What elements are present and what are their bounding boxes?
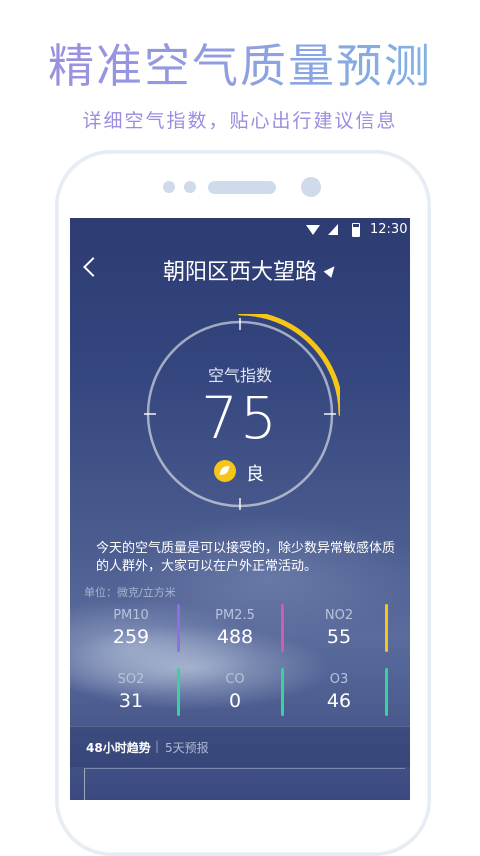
pollutant-value: 55 <box>326 626 352 648</box>
battery-icon <box>352 223 360 237</box>
pollutant-o3: O3 46 <box>294 668 388 726</box>
app-screen: 12:30 朝阳区西大望路 空气指数 75 良 今天的空气质量是可以接受的，除少… <box>70 218 410 800</box>
pollutant-value: 259 <box>112 626 150 648</box>
top-bar: 朝阳区西大望路 <box>70 242 410 298</box>
promo-headline: 精准空气质量预测 <box>0 30 480 96</box>
pollutant-level-bar <box>385 668 388 716</box>
pollutant-no2: NO2 55 <box>294 604 388 662</box>
pollutant-value: 488 <box>216 626 254 648</box>
front-camera <box>301 177 321 197</box>
pollutant-name: NO2 <box>324 608 354 623</box>
pollutant-name: CO <box>225 672 245 687</box>
gauge-label: 空气指数 <box>207 366 272 385</box>
aqi-value: 75 <box>201 384 279 452</box>
status-bar: 12:30 <box>70 218 410 242</box>
pollutant-co: CO 0 <box>190 668 284 726</box>
pollutant-level-bar <box>281 668 284 716</box>
pollutant-level-bar <box>177 668 180 716</box>
pollutant-value: 31 <box>118 690 144 712</box>
status-time: 12:30 <box>370 222 408 237</box>
wifi-icon <box>306 225 320 235</box>
pollutant-level-bar <box>281 604 284 652</box>
pollutant-name: SO2 <box>117 672 145 687</box>
pollutant-pm10: PM10 259 <box>86 604 180 662</box>
tab-48h-trend[interactable]: 48小时趋势 <box>86 739 151 756</box>
pollutant-value: 46 <box>326 690 352 712</box>
unit-label: 单位：微克/立方米 <box>84 586 176 599</box>
pollutant-level-bar <box>385 604 388 652</box>
forecast-tabs: 48小时趋势 | 5天预报 <box>70 726 410 767</box>
health-advice: 今天的空气质量是可以接受的，除少数异常敏感体质的人群外，大家可以在户外正常活动。 <box>96 541 396 574</box>
sensor-dot <box>163 181 175 193</box>
pollutant-name: PM2.5 <box>215 608 255 623</box>
trend-chart-area <box>84 768 405 800</box>
aqi-grade: 良 <box>246 464 264 485</box>
pollutant-level-bar <box>177 604 180 652</box>
pollutant-pm25: PM2.5 488 <box>190 604 284 662</box>
pollutant-name: PM10 <box>113 608 149 623</box>
tab-5day-forecast[interactable]: 5天预报 <box>165 739 209 756</box>
tab-separator: | <box>155 739 160 753</box>
pollutant-name: O3 <box>329 672 349 687</box>
promo-subhead: 详细空气指数，贴心出行建议信息 <box>82 110 398 132</box>
leaf-icon <box>214 460 236 482</box>
signal-icon <box>328 224 338 235</box>
pollutant-so2: SO2 31 <box>86 668 180 726</box>
speaker-grille <box>208 181 276 194</box>
page-title: 朝阳区西大望路 <box>162 260 317 285</box>
pollutant-value: 0 <box>228 690 242 712</box>
sensor-dot <box>184 181 196 193</box>
